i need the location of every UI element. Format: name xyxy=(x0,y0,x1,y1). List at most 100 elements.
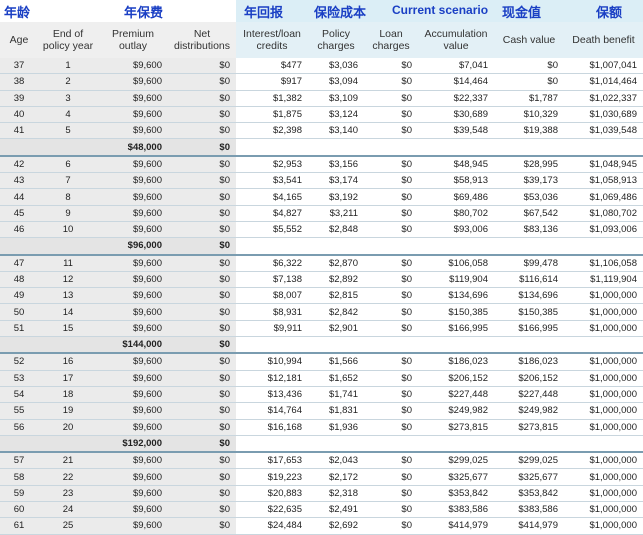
cell-cash-value: $83,136 xyxy=(494,221,564,239)
subtotal-empty-cell xyxy=(418,435,494,453)
cell-premium-outlay: $9,600 xyxy=(98,253,168,272)
cell-death-benefit: $1,080,702 xyxy=(564,205,643,222)
cell-premium-outlay: $9,600 xyxy=(98,188,168,206)
cell-age: 39 xyxy=(0,90,38,107)
cell-death-benefit: $1,000,000 xyxy=(564,370,643,387)
cell-premium-outlay: $9,600 xyxy=(98,419,168,436)
cell-policy-charges: $1,741 xyxy=(308,386,364,404)
subtotal-empty-cell xyxy=(564,336,643,354)
header-premium-outlay: Premium outlay xyxy=(111,28,154,52)
cell-death-benefit: $1,000,000 xyxy=(564,320,643,338)
subtotal-distributions: $0 xyxy=(168,336,236,354)
cell-cash-value: $0 xyxy=(494,58,564,75)
cell-policy-year: 23 xyxy=(38,485,98,503)
cell-policy-charges: $2,892 xyxy=(308,271,364,289)
cell-policy-year: 5 xyxy=(38,122,98,140)
cell-interest-credits: $8,931 xyxy=(236,303,308,321)
cell-cash-value: $39,173 xyxy=(494,172,564,190)
cell-policy-charges: $1,652 xyxy=(308,370,364,387)
cell-accumulation-value: $299,025 xyxy=(418,451,494,470)
cell-interest-credits: $6,322 xyxy=(236,253,308,272)
cell-accumulation-value: $325,677 xyxy=(418,468,494,486)
cell-policy-charges: $2,491 xyxy=(308,501,364,519)
cell-age: 56 xyxy=(0,419,38,436)
cell-interest-credits: $12,181 xyxy=(236,370,308,387)
cell-premium-outlay: $9,600 xyxy=(98,320,168,338)
cell-net-distributions: $0 xyxy=(168,106,236,124)
cell-policy-year: 4 xyxy=(38,106,98,124)
cell-net-distributions: $0 xyxy=(168,468,236,486)
cell-cash-value: $1,787 xyxy=(494,90,564,107)
table-row: 48 12 $9,600 $0 $7,138 $2,892 $0 $119,904 $116,6… xyxy=(0,271,643,289)
subtotal-empty-cell xyxy=(364,435,418,453)
subtotal-empty-cell xyxy=(38,237,98,256)
cell-premium-outlay: $9,600 xyxy=(98,402,168,420)
cell-premium-outlay: $9,600 xyxy=(98,370,168,387)
cell-interest-credits: $9,911 xyxy=(236,320,308,338)
cell-net-distributions: $0 xyxy=(168,370,236,387)
cell-cash-value: $249,982 xyxy=(494,402,564,420)
cell-cash-value: $116,614 xyxy=(494,271,564,289)
cell-policy-year: 10 xyxy=(38,221,98,239)
cell-policy-year: 21 xyxy=(38,451,98,470)
cell-loan-charges: $0 xyxy=(364,188,418,206)
cell-interest-credits: $10,994 xyxy=(236,352,308,371)
table-row: 53 17 $9,600 $0 $12,181 $1,652 $0 $206,152 $206,… xyxy=(0,370,643,387)
cell-loan-charges: $0 xyxy=(364,501,418,519)
illustration-table-page: 年龄 年保费 年回报 保险成本 Current scenario 现金值 保额 … xyxy=(0,0,643,535)
table-row: 56 20 $9,600 $0 $16,168 $1,936 $0 $273,815 $273,… xyxy=(0,419,643,436)
subtotal-empty-cell xyxy=(364,336,418,354)
cell-net-distributions: $0 xyxy=(168,402,236,420)
cell-policy-charges: $2,842 xyxy=(308,303,364,321)
cell-accumulation-value: $22,337 xyxy=(418,90,494,107)
cell-accumulation-value: $48,945 xyxy=(418,154,494,174)
cell-age: 49 xyxy=(0,287,38,305)
subtotal-empty-cell xyxy=(236,435,308,453)
cell-policy-charges: $3,109 xyxy=(308,90,364,107)
subtotal-empty-cell xyxy=(494,138,564,157)
subtotal-premium: $144,000 xyxy=(98,336,168,354)
cell-policy-charges: $2,870 xyxy=(308,253,364,272)
cell-loan-charges: $0 xyxy=(364,517,418,535)
cell-death-benefit: $1,039,548 xyxy=(564,122,643,140)
subtotal-empty-cell xyxy=(0,237,38,256)
cell-accumulation-value: $186,023 xyxy=(418,352,494,371)
subtotal-empty-cell xyxy=(564,138,643,157)
cell-policy-charges: $2,848 xyxy=(308,221,364,239)
cell-death-benefit: $1,000,000 xyxy=(564,468,643,486)
cell-accumulation-value: $80,702 xyxy=(418,205,494,222)
cell-death-benefit: $1,007,041 xyxy=(564,58,643,75)
cell-policy-year: 14 xyxy=(38,303,98,321)
cell-age: 48 xyxy=(0,271,38,289)
cell-policy-charges: $2,318 xyxy=(308,485,364,503)
cell-accumulation-value: $14,464 xyxy=(418,73,494,91)
subtotal-distributions: $0 xyxy=(168,237,236,256)
header-accumulation-value: Accumulation value xyxy=(424,28,488,52)
annotation-band-left xyxy=(0,0,236,22)
header-age: Age xyxy=(9,34,29,46)
subtotal-empty-cell xyxy=(236,138,308,157)
cell-accumulation-value: $30,689 xyxy=(418,106,494,124)
cell-policy-charges: $3,140 xyxy=(308,122,364,140)
cell-interest-credits: $477 xyxy=(236,58,308,75)
cell-policy-year: 2 xyxy=(38,73,98,91)
cell-net-distributions: $0 xyxy=(168,172,236,190)
table-row: 61 25 $9,600 $0 $24,484 $2,692 $0 $414,979 $414,… xyxy=(0,517,643,535)
cell-loan-charges: $0 xyxy=(364,419,418,436)
cell-loan-charges: $0 xyxy=(364,451,418,470)
annotation-premium: 年保费 xyxy=(124,6,164,21)
cell-policy-charges: $1,831 xyxy=(308,402,364,420)
annotation-scenario: Current scenario xyxy=(392,3,489,17)
cell-death-benefit: $1,000,000 xyxy=(564,303,643,321)
cell-cash-value: $150,385 xyxy=(494,303,564,321)
cell-policy-year: 9 xyxy=(38,205,98,222)
cell-premium-outlay: $9,600 xyxy=(98,90,168,107)
table-row: 54 18 $9,600 $0 $13,436 $1,741 $0 $227,448 $227,… xyxy=(0,386,643,404)
cell-age: 42 xyxy=(0,154,38,174)
cell-accumulation-value: $227,448 xyxy=(418,386,494,404)
cell-net-distributions: $0 xyxy=(168,271,236,289)
cell-premium-outlay: $9,600 xyxy=(98,501,168,519)
cell-net-distributions: $0 xyxy=(168,451,236,470)
subtotal-empty-cell xyxy=(236,336,308,354)
header-net-distributions: Net distributions xyxy=(173,28,231,52)
